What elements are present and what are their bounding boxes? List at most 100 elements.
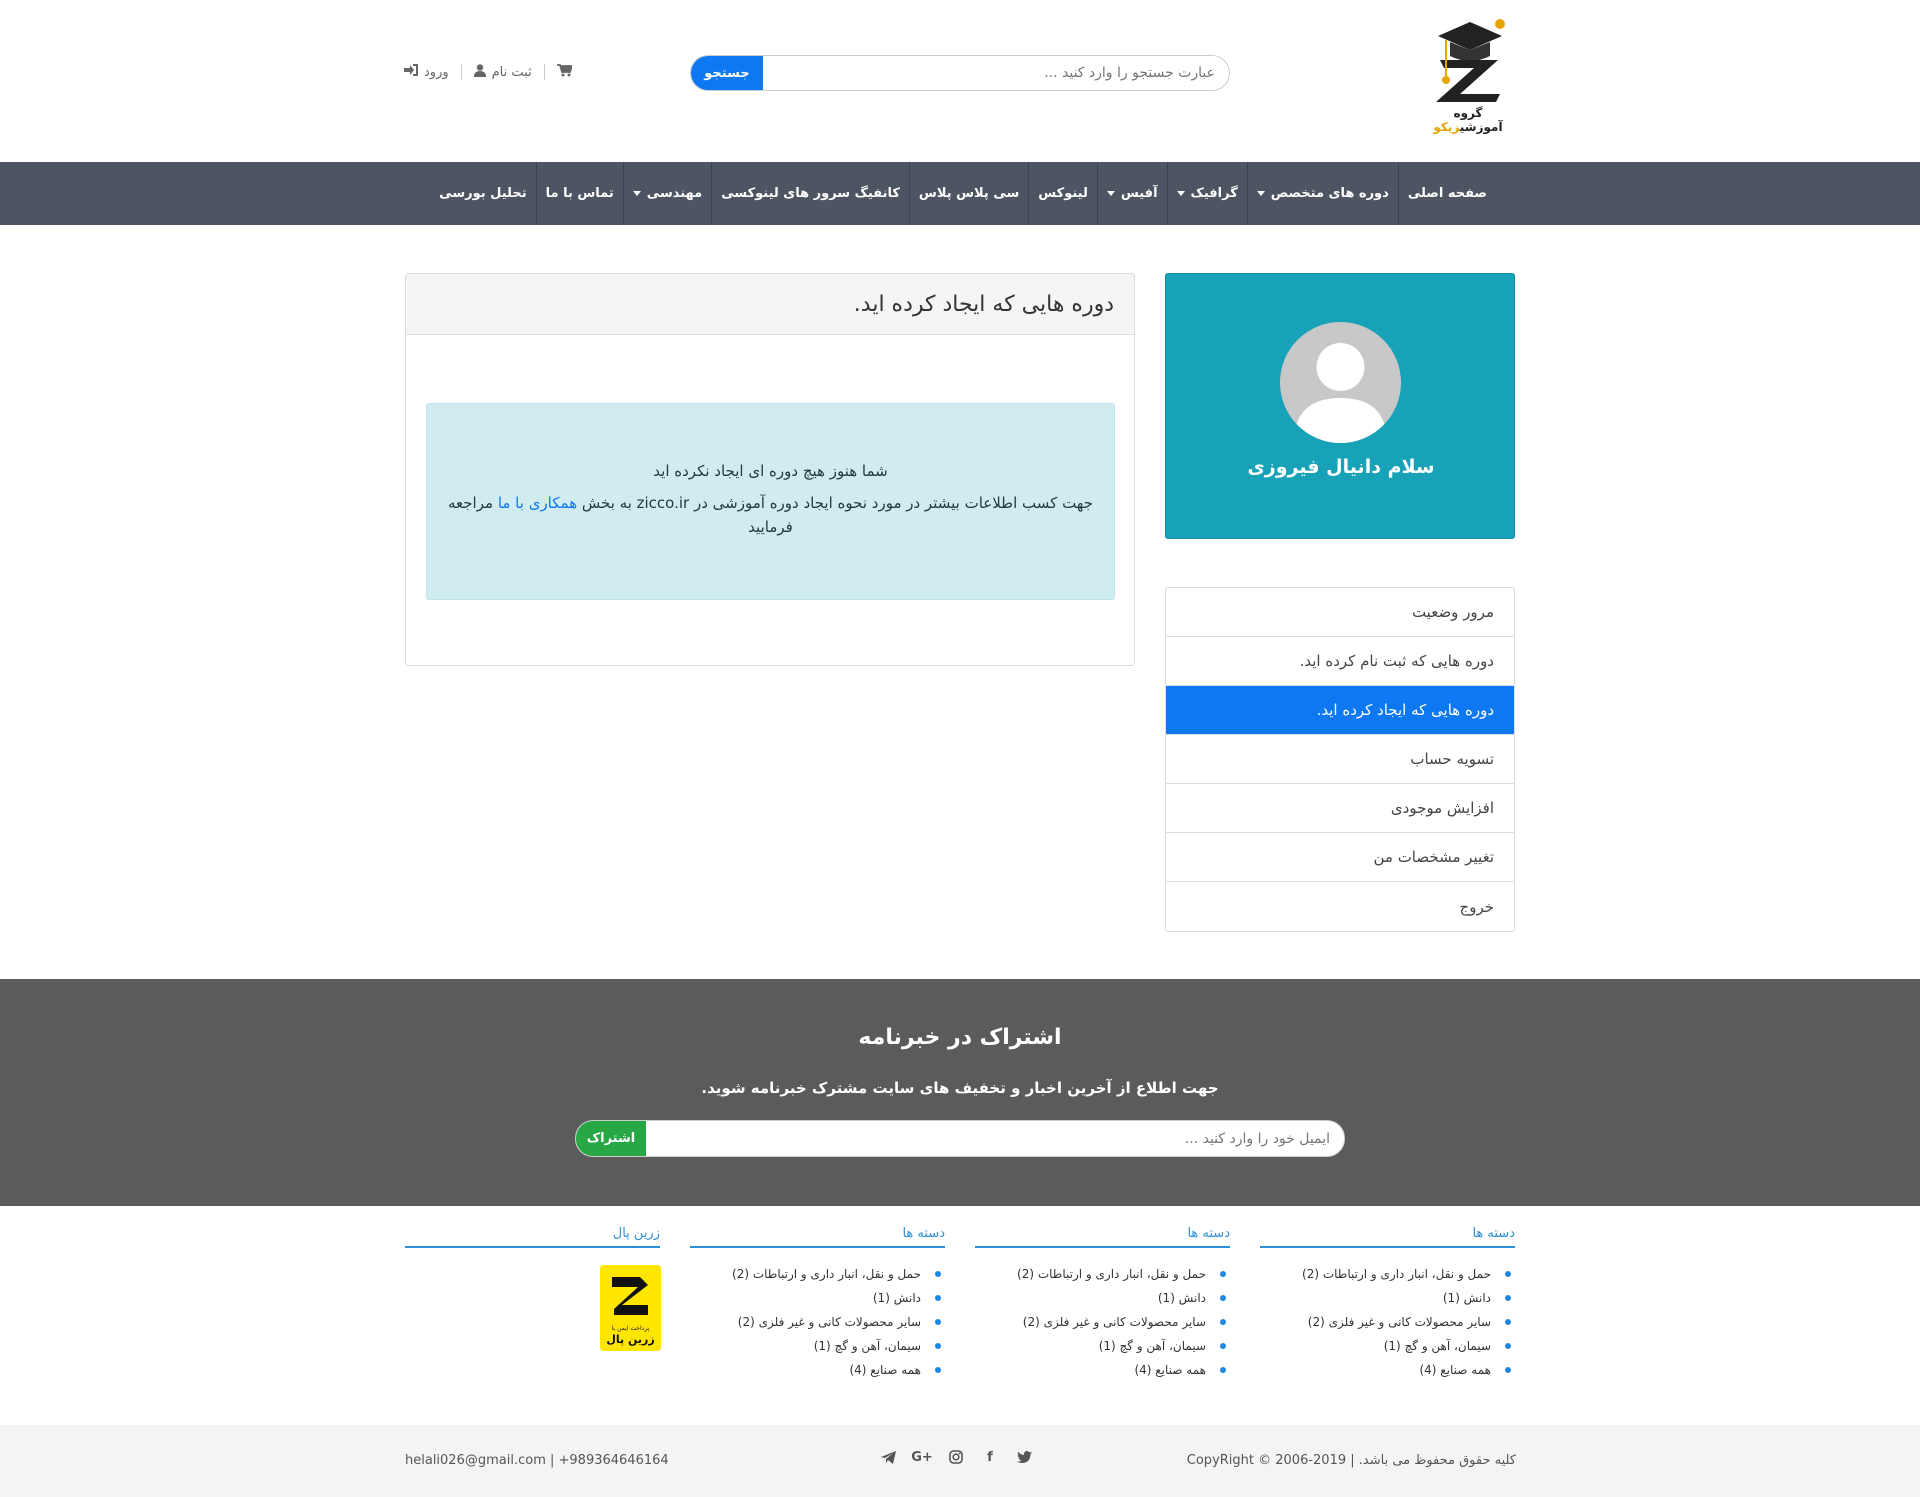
footer-column-categories-1: دسته ها حمل و نقل، انبار داری و ارتباطات… [1260,1226,1515,1382]
category-item[interactable]: سایر محصولات کانی و غیر فلزی (2) [1260,1310,1511,1334]
side-item-top-up[interactable]: افزایش موجودی [1166,784,1514,833]
side-item-enrolled-courses[interactable]: دوره هایی که ثبت نام کرده اید. [1166,637,1514,686]
avatar [1280,322,1401,443]
side-item-overview[interactable]: مرور وضعیت [1166,588,1514,637]
telegram-icon[interactable] [880,1449,896,1465]
nav-item-stock-analysis[interactable]: تحلیل بورسی [430,162,535,225]
email-text: helali026@gmail.com [405,1453,546,1468]
logo-text: گروه آموزشیزیکو [1433,106,1503,134]
nav-menu: صفحه اصلی دوره های متخصص گرافیک آفیس لین… [430,162,1496,225]
category-item[interactable]: سیمان، آهن و گچ (1) [975,1334,1226,1358]
newsletter-section: اشتراک در خبرنامه جهت اطلاع از آخرین اخب… [0,979,1920,1206]
instagram-icon[interactable] [948,1449,964,1465]
cart-link[interactable] [556,63,573,81]
login-link[interactable]: ورود [404,64,449,80]
bullet-icon [935,1343,941,1349]
category-list: حمل و نقل، انبار داری و ارتباطات (2) دان… [690,1262,945,1382]
side-item-edit-profile[interactable]: تغییر مشخصات من [1166,833,1514,882]
bullet-icon [935,1367,941,1373]
bullet-icon [1220,1295,1226,1301]
divider [460,64,462,80]
social-links: G+ f [880,1449,1032,1465]
category-item[interactable]: حمل و نقل، انبار داری و ارتباطات (2) [1260,1262,1511,1286]
facebook-icon[interactable]: f [982,1449,998,1465]
contact-info: helali026@gmail.com | +989364646164 [405,1453,669,1468]
footer-column-categories-3: دسته ها حمل و نقل، انبار داری و ارتباطات… [690,1226,945,1382]
nav-item-linux[interactable]: لینوکس [1028,162,1097,225]
category-item[interactable]: حمل و نقل، انبار داری و ارتباطات (2) [690,1262,941,1286]
newsletter-form: اشتراک [575,1120,1345,1157]
bullet-icon [1220,1319,1226,1325]
user-links: ورود ثبت نام [404,62,573,82]
side-item-settlement[interactable]: تسویه حساب [1166,735,1514,784]
phone-text: +989364646164 [558,1453,669,1468]
bullet-icon [1220,1343,1226,1349]
register-label: ثبت نام [491,64,532,80]
category-item[interactable]: سیمان، آهن و گچ (1) [690,1334,941,1358]
panel-title: دوره هایی که ایجاد کرده اید. [406,274,1134,335]
created-courses-panel: دوره هایی که ایجاد کرده اید. شما هنوز هی… [405,273,1135,666]
collaboration-link[interactable]: همکاری با ما [498,494,577,512]
site-header: گروه آموزشیزیکو جستجو ورود ثبت نام [0,0,1920,162]
category-item[interactable]: سایر محصولات کانی و غیر فلزی (2) [690,1310,941,1334]
register-link[interactable]: ثبت نام [473,63,532,81]
footer-column-zarinpal: زرین پال [405,1226,660,1248]
nav-item-cpp[interactable]: سی پلاس پلاس [908,162,1028,225]
user-icon [473,63,486,81]
footer-column-title: دسته ها [1260,1226,1515,1248]
bullet-icon [935,1295,941,1301]
twitter-icon[interactable] [1016,1449,1032,1465]
category-item[interactable]: سیمان، آهن و گچ (1) [1260,1334,1511,1358]
zarinpal-badge[interactable]: پرداخت ایمن با زرین پال [600,1265,661,1351]
footer-column-title: دسته ها [690,1226,945,1248]
search-bar: جستجو [690,55,1230,91]
zarinpal-label: زرین پال [606,1333,654,1346]
bullet-icon [1505,1295,1511,1301]
bullet-icon [935,1271,941,1277]
category-item[interactable]: حمل و نقل، انبار داری و ارتباطات (2) [975,1262,1226,1286]
search-input[interactable] [761,56,1229,90]
search-button[interactable]: جستجو [691,56,763,90]
category-item[interactable]: همه صنایع (4) [690,1358,941,1382]
category-item[interactable]: سایر محصولات کانی و غیر فلزی (2) [975,1310,1226,1334]
category-item[interactable]: دانش (1) [975,1286,1226,1310]
copyright-text: کلیه حقوق محفوظ می باشد. | CopyRight © 2… [1186,1453,1516,1468]
category-item[interactable]: همه صنایع (4) [975,1358,1226,1382]
newsletter-subtitle: جهت اطلاع از آخرین اخبار و تخفیف های سای… [701,1079,1219,1097]
category-item[interactable]: دانش (1) [690,1286,941,1310]
bullet-icon [1505,1271,1511,1277]
divider [543,64,545,80]
bullet-icon [1505,1343,1511,1349]
cart-icon [556,63,573,81]
footer-column-title: زرین پال [405,1226,660,1248]
nav-item-graphics[interactable]: گرافیک [1166,162,1247,225]
category-list: حمل و نقل، انبار داری و ارتباطات (2) دان… [975,1262,1230,1382]
caret-down-icon [1176,191,1185,196]
footer-column-categories-2: دسته ها حمل و نقل، انبار داری و ارتباطات… [975,1226,1230,1382]
footer-column-title: دسته ها [975,1226,1230,1248]
profile-greeting: سلام دانیال فیروزی [1247,456,1435,478]
nav-item-engineering[interactable]: مهندسی [622,162,711,225]
dashboard-side-menu: مرور وضعیت دوره هایی که ثبت نام کرده اید… [1165,587,1515,932]
caret-down-icon [632,191,641,196]
bullet-icon [1220,1367,1226,1373]
side-item-created-courses[interactable]: دوره هایی که ایجاد کرده اید. [1166,686,1514,735]
profile-card: سلام دانیال فیروزی [1165,273,1515,539]
side-item-logout[interactable]: خروج [1166,882,1514,931]
caret-down-icon [1256,191,1265,196]
bullet-icon [1505,1319,1511,1325]
login-label: ورود [424,64,449,80]
newsletter-email-input[interactable] [644,1121,1344,1156]
zarinpal-tagline: پرداخت ایمن با [612,1325,650,1332]
footer-bottom-bar: کلیه حقوق محفوظ می باشد. | CopyRight © 2… [0,1425,1920,1497]
subscribe-button[interactable]: اشتراک [576,1121,646,1156]
nav-item-linux-servers[interactable]: کانفیگ سرور های لینوکسی [711,162,909,225]
alert-message: شما هنوز هیچ دوره ای ایجاد نکرده اید [653,462,888,480]
nav-item-expert-courses[interactable]: دوره های متخصص [1246,162,1398,225]
category-item[interactable]: دانش (1) [1260,1286,1511,1310]
nav-item-office[interactable]: آفیس [1096,162,1167,225]
nav-item-home[interactable]: صفحه اصلی [1397,162,1496,225]
category-item[interactable]: همه صنایع (4) [1260,1358,1511,1382]
nav-item-contact[interactable]: تماس با ما [535,162,623,225]
google-plus-icon[interactable]: G+ [911,1449,933,1465]
